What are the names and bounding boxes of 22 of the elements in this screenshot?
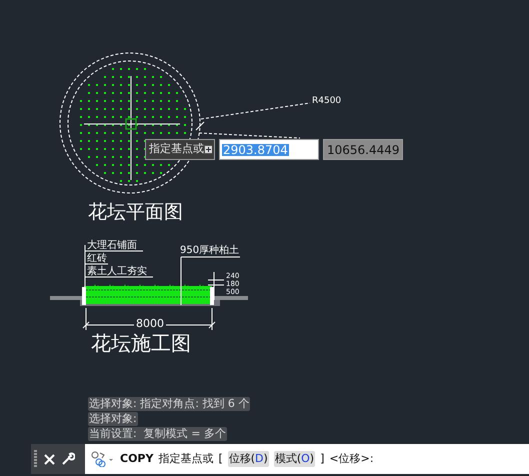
layer-label: 素土人工夯实 xyxy=(87,267,147,277)
coordinate-field[interactable]: 10656.4449 xyxy=(323,139,403,160)
command-option[interactable]: 位移(D) xyxy=(228,450,269,468)
width-label: 8000 xyxy=(134,318,166,329)
grip-icon[interactable] xyxy=(34,450,38,468)
prompt-text: 指定基点或 xyxy=(149,141,204,158)
command-name: COPY xyxy=(120,450,154,467)
command-icon[interactable] xyxy=(91,451,115,467)
expand-icon[interactable] xyxy=(204,145,212,154)
command-prompt: 指定基点或 xyxy=(158,450,214,467)
open-bracket: [ xyxy=(218,450,223,467)
plan-title: 花坛平面图 xyxy=(88,203,183,222)
close-bracket: ] xyxy=(320,450,324,467)
command-option[interactable]: 模式(O) xyxy=(274,450,316,468)
close-icon[interactable] xyxy=(44,454,55,464)
soil-label: 950厚种柏土 xyxy=(180,246,240,256)
wrench-icon[interactable] xyxy=(61,452,75,466)
section-title: 花坛施工图 xyxy=(91,333,191,353)
layer-label: 大理石铺面 xyxy=(87,241,137,251)
radius-label: R4500 xyxy=(312,97,342,106)
default-option: <位移>: xyxy=(329,450,374,468)
layer-label: 红砖 xyxy=(87,254,107,264)
